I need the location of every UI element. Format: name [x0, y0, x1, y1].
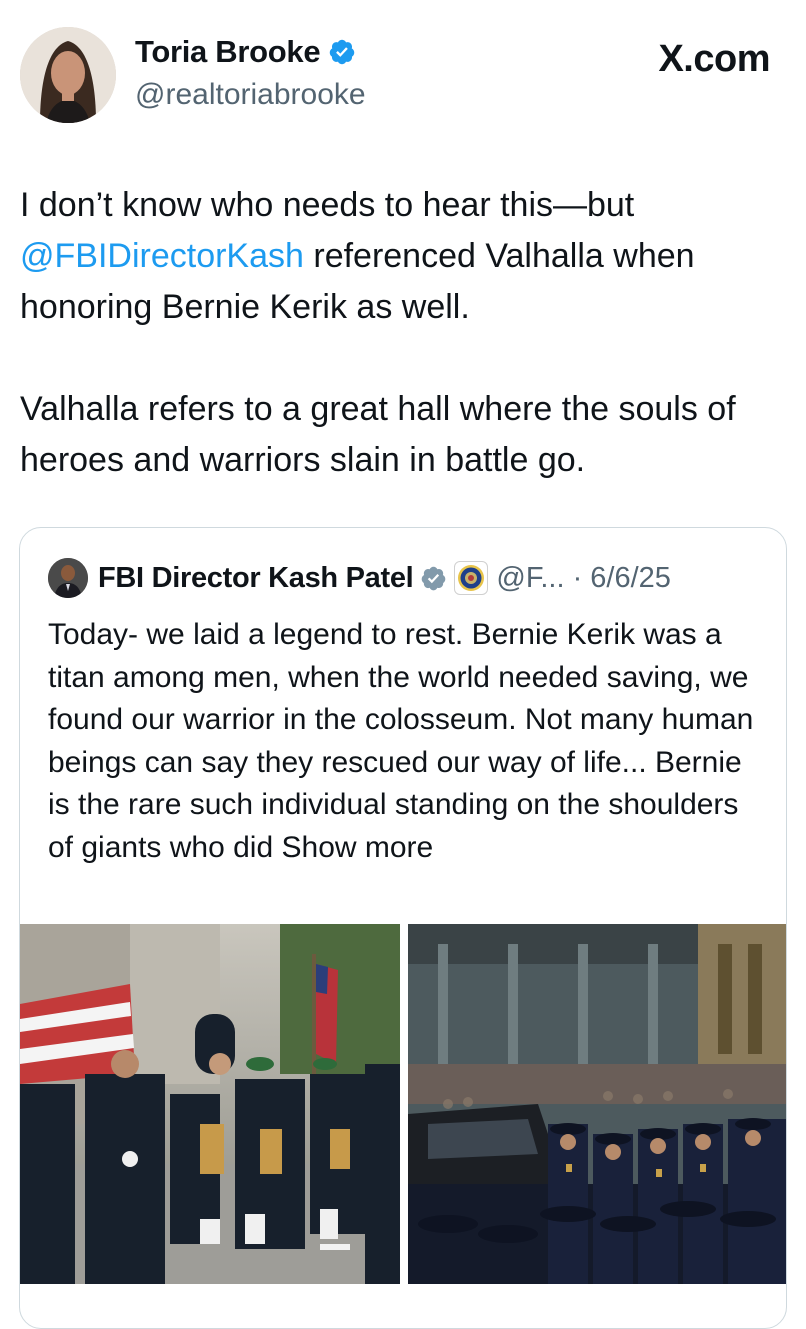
police-officers-photo[interactable]: [408, 924, 786, 1284]
mention-link[interactable]: @FBIDirectorKash: [20, 237, 304, 275]
funeral-procession-photo[interactable]: [20, 924, 400, 1284]
quoted-tweet-card[interactable]: FBI Director Kash Patel @F... · 6/6/25 T…: [19, 527, 787, 1329]
quoted-text-body: Today- we laid a legend to rest. Bernie …: [48, 618, 754, 864]
tweet-paragraph-1: I don’t know who needs to hear this—but @…: [20, 180, 790, 333]
author-display-name[interactable]: Toria Brooke: [135, 34, 321, 70]
x-com-watermark: X.com: [658, 38, 770, 80]
quoted-media-grid: [20, 924, 786, 1284]
show-more-link[interactable]: Show more: [282, 831, 434, 864]
quoted-handle-date[interactable]: @F... · 6/6/25: [496, 562, 671, 595]
quoted-tweet-text: Today- we laid a legend to rest. Bernie …: [48, 614, 768, 869]
author-avatar[interactable]: [20, 27, 116, 123]
fbi-seal-icon: [454, 561, 489, 595]
tweet-body: I don’t know who needs to hear this—but @…: [20, 180, 790, 486]
procession-illustration: [20, 924, 400, 1284]
officers-illustration: [408, 924, 786, 1284]
quoted-author-avatar[interactable]: [48, 558, 88, 598]
gray-verified-badge-icon: [422, 566, 446, 590]
quoted-tweet-header: FBI Director Kash Patel @F... · 6/6/25: [48, 558, 671, 598]
author-name-row: Toria Brooke: [135, 34, 356, 70]
quoted-avatar-portrait: [48, 558, 88, 598]
tweet-line-1: I don’t know who needs to hear this—but: [20, 186, 635, 224]
tweet-header: Toria Brooke @realtoriabrooke X.com: [0, 0, 806, 140]
author-handle[interactable]: @realtoriabrooke: [135, 78, 366, 112]
verified-badge-icon: [330, 39, 355, 65]
tweet-paragraph-2: Valhalla refers to a great hall where th…: [20, 390, 736, 479]
avatar-portrait: [20, 27, 116, 123]
quoted-display-name[interactable]: FBI Director Kash Patel: [98, 562, 414, 595]
